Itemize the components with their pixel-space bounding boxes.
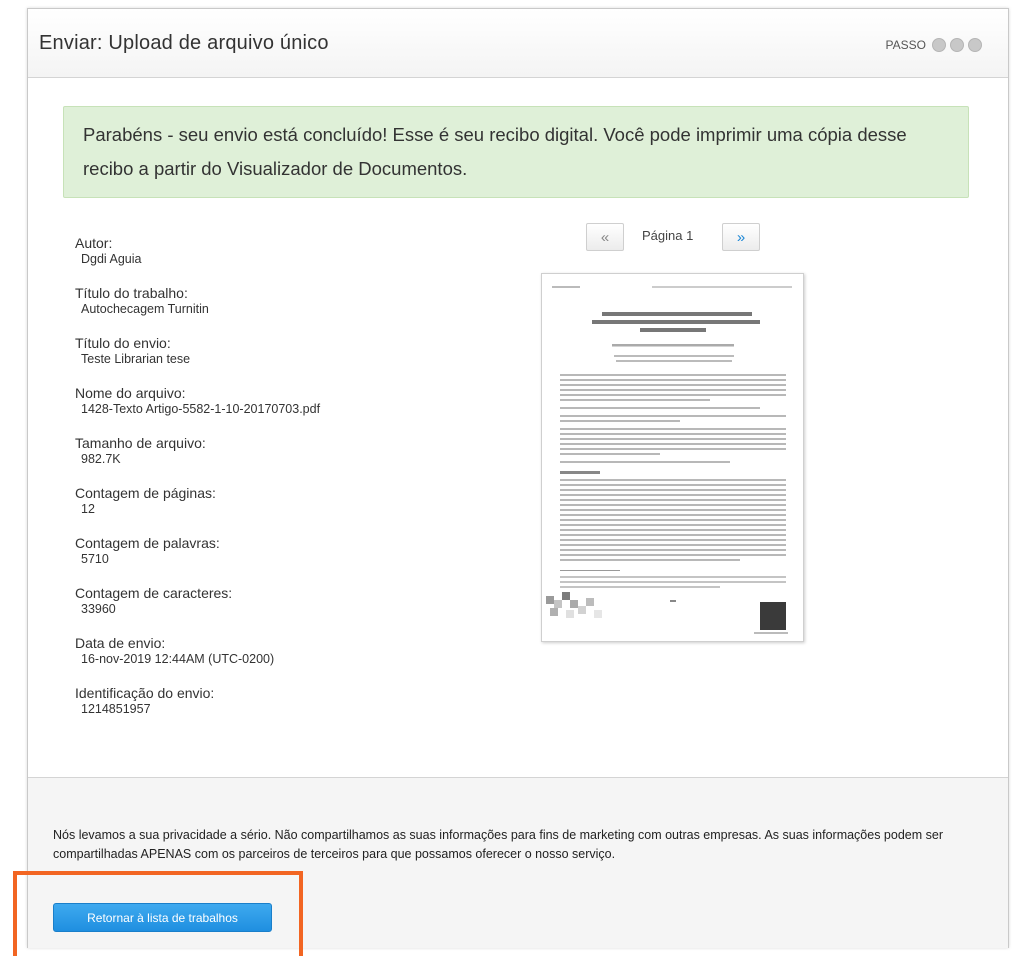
annotation-highlight	[13, 871, 303, 956]
receipt-details: Autor: Dgdi Aguia Título do trabalho: Au…	[75, 235, 495, 735]
receipt-page-count: Contagem de páginas: 12	[75, 485, 495, 517]
receipt-label: Tamanho de arquivo:	[75, 435, 206, 451]
prev-page-button[interactable]: «	[586, 223, 624, 251]
receipt-value: 1428-Texto Artigo-5582-1-10-20170703.pdf	[81, 402, 321, 416]
receipt-label: Contagem de palavras:	[75, 535, 220, 551]
receipt-label: Título do trabalho:	[75, 285, 188, 301]
receipt-author: Autor: Dgdi Aguia	[75, 235, 495, 267]
step-dot-2	[950, 38, 964, 52]
receipt-value: 1214851957	[81, 702, 151, 716]
receipt-assignment-title: Título do trabalho: Autochecagem Turniti…	[75, 285, 495, 317]
receipt-label: Contagem de caracteres:	[75, 585, 233, 601]
receipt-label: Identificação do envio:	[75, 685, 215, 701]
step-dot-1	[932, 38, 946, 52]
submission-panel: Enviar: Upload de arquivo único PASSO Pa…	[27, 8, 1009, 948]
page-indicator: Página 1	[642, 228, 694, 243]
receipt-word-count: Contagem de palavras: 5710	[75, 535, 495, 567]
document-thumbnail[interactable]	[541, 273, 804, 642]
receipt-value: 16-nov-2019 12:44AM (UTC-0200)	[81, 652, 275, 666]
receipt-file-name: Nome do arquivo: 1428-Texto Artigo-5582-…	[75, 385, 495, 417]
receipt-label: Contagem de páginas:	[75, 485, 216, 501]
receipt-value: Teste Librarian tese	[81, 352, 191, 366]
receipt-value: 982.7K	[81, 452, 121, 466]
success-alert: Parabéns - seu envio está concluído! Ess…	[63, 106, 969, 198]
receipt-submission-date: Data de envio: 16-nov-2019 12:44AM (UTC-…	[75, 635, 495, 667]
receipt-label: Nome do arquivo:	[75, 385, 186, 401]
step-indicator: PASSO	[886, 38, 982, 52]
receipt-file-size: Tamanho de arquivo: 982.7K	[75, 435, 495, 467]
panel-header: Enviar: Upload de arquivo único PASSO	[28, 9, 1008, 78]
next-page-button[interactable]: »	[722, 223, 760, 251]
receipt-value: Dgdi Aguia	[81, 252, 142, 266]
receipt-submission-title: Título do envio: Teste Librarian tese	[75, 335, 495, 367]
document-pager: « Página 1 »	[586, 223, 760, 253]
page-title: Enviar: Upload de arquivo único	[39, 32, 329, 54]
receipt-value: 33960	[81, 602, 116, 616]
privacy-notice: Nós levamos a sua privacidade a sério. N…	[53, 828, 943, 861]
receipt-character-count: Contagem de caracteres: 33960	[75, 585, 495, 617]
receipt-value: 12	[81, 502, 95, 516]
receipt-label: Data de envio:	[75, 635, 166, 651]
step-dot-3	[968, 38, 982, 52]
receipt-label: Autor:	[75, 235, 113, 251]
document-page-preview	[542, 274, 803, 641]
receipt-label: Título do envio:	[75, 335, 171, 351]
receipt-value: Autochecagem Turnitin	[81, 302, 209, 316]
step-label: PASSO	[885, 38, 926, 52]
receipt-value: 5710	[81, 552, 109, 566]
receipt-submission-id: Identificação do envio: 1214851957	[75, 685, 495, 717]
